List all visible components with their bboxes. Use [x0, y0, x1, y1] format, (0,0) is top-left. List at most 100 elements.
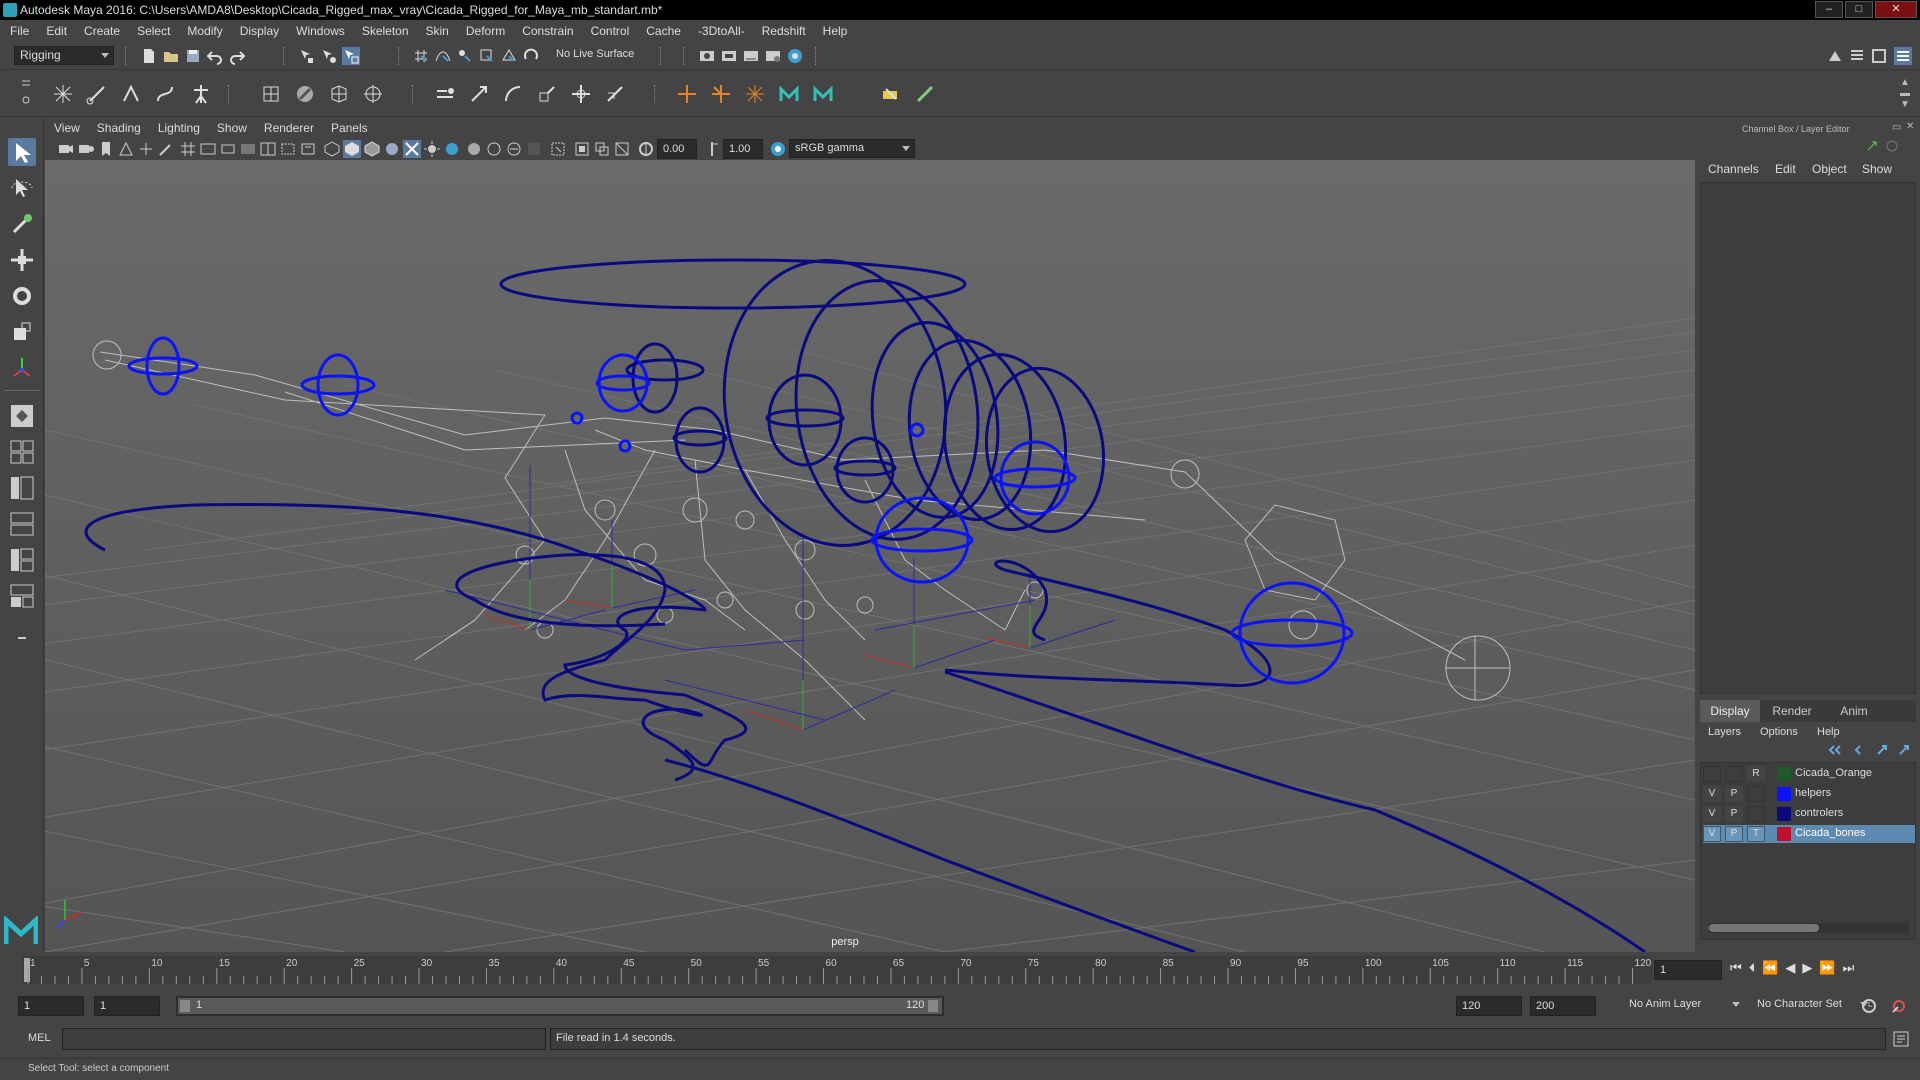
layer-type-toggle[interactable]: T — [1747, 826, 1765, 842]
go-to-start-icon[interactable]: ⏮ — [1730, 960, 1749, 975]
isolate-select-icon[interactable] — [549, 140, 567, 158]
exposure-field[interactable]: 0.00 — [657, 139, 697, 159]
panel-menu-panels[interactable]: Panels — [331, 121, 368, 135]
go-to-end-icon[interactable]: ⏭ — [1843, 960, 1862, 975]
range-handle-start[interactable] — [180, 1000, 190, 1012]
character-set-dropdown[interactable]: No Character Set — [1752, 996, 1872, 1015]
backface-culling-icon[interactable] — [613, 140, 631, 158]
menu-constrain[interactable]: Constrain — [522, 24, 573, 38]
help-menu[interactable]: Help — [1817, 726, 1840, 738]
gamma-field[interactable]: 1.00 — [723, 139, 763, 159]
render-current-frame-icon[interactable] — [720, 47, 738, 65]
resolution-gate-icon[interactable] — [219, 140, 237, 158]
render-settings-icon[interactable] — [764, 47, 782, 65]
step-forward-key-icon[interactable]: ⏩ — [1819, 960, 1842, 975]
anim-layer-dropdown[interactable]: No Anim Layer — [1624, 996, 1744, 1015]
menu-create[interactable]: Create — [84, 24, 120, 38]
playback-start-field[interactable]: 1 — [94, 996, 160, 1016]
time-ruler[interactable]: 1 5 10 15 20 25 30 35 40 45 50 55 60 65 70 75 80 85 90 95 10… — [22, 956, 1652, 984]
color-space-dropdown[interactable]: sRGB gamma — [789, 139, 915, 158]
depth-of-field-icon[interactable] — [525, 140, 543, 158]
close-panel-icon[interactable]: ✕ — [1906, 121, 1914, 132]
create-joints-icon[interactable] — [86, 83, 108, 105]
safe-title-icon[interactable] — [299, 140, 317, 158]
save-scene-icon[interactable] — [184, 47, 202, 65]
ik-spline-icon[interactable] — [154, 83, 176, 105]
camera-attributes-icon[interactable] — [77, 140, 95, 158]
hypershade-layout-icon[interactable] — [8, 546, 36, 574]
undo-icon[interactable] — [206, 47, 224, 65]
humanik-icon[interactable] — [190, 83, 212, 105]
menu-cache[interactable]: Cache — [646, 24, 681, 38]
channels-menu[interactable]: Channels — [1708, 162, 1759, 176]
menuset-dropdown[interactable]: Rigging — [14, 46, 114, 65]
menu-deform[interactable]: Deform — [466, 24, 505, 38]
two-d-pan-zoom-icon[interactable] — [137, 140, 155, 158]
select-object-icon[interactable] — [320, 47, 338, 65]
shelf-scroll-icon[interactable]: ▲ ▬ ▼ — [1898, 77, 1912, 113]
range-handle-end[interactable] — [928, 1000, 938, 1012]
shadows-icon[interactable] — [443, 140, 461, 158]
menu-redshift[interactable]: Redshift — [762, 24, 806, 38]
menu-control[interactable]: Control — [591, 24, 630, 38]
select-camera-icon[interactable] — [57, 140, 75, 158]
menu-skin[interactable]: Skin — [426, 24, 449, 38]
menu-file[interactable]: File — [10, 24, 29, 38]
show-menu[interactable]: Show — [1862, 162, 1892, 176]
persp-graph-layout-icon[interactable] — [8, 510, 36, 538]
cluster-icon[interactable] — [362, 83, 384, 105]
close-button[interactable]: ✕ — [1875, 1, 1917, 18]
menu-help[interactable]: Help — [823, 24, 848, 38]
play-backward-icon[interactable]: ◀ — [1785, 960, 1802, 975]
grid-toggle-icon[interactable] — [179, 140, 197, 158]
menu-select[interactable]: Select — [137, 24, 170, 38]
snap-live-icon[interactable] — [500, 47, 518, 65]
step-back-key-icon[interactable]: ⏪ — [1762, 960, 1785, 975]
script-editor-layout-icon[interactable] — [8, 582, 36, 610]
layer-row-controlers[interactable]: V P controlers — [1703, 805, 1915, 823]
script-tool-icon[interactable] — [880, 83, 902, 105]
exposure-icon[interactable] — [637, 140, 655, 158]
panel-menu-view[interactable]: View — [54, 121, 80, 135]
current-frame-field[interactable]: 1 — [1654, 960, 1722, 980]
layer-color-swatch[interactable] — [1777, 827, 1791, 841]
layer-visibility-toggle[interactable]: V — [1703, 806, 1721, 822]
mirror-joint-icon[interactable] — [710, 83, 732, 105]
layer-playback-toggle[interactable]: P — [1725, 826, 1743, 842]
smooth-shade-icon[interactable] — [343, 140, 361, 158]
channel-box-toggle-icon[interactable] — [1894, 47, 1912, 65]
layer-type-toggle[interactable]: R — [1747, 766, 1765, 782]
channel-list[interactable] — [1700, 182, 1916, 694]
panel-menu-lighting[interactable]: Lighting — [158, 121, 200, 135]
select-tool-icon[interactable] — [8, 138, 36, 166]
animation-start-field[interactable]: 1 — [18, 996, 84, 1016]
menu-windows[interactable]: Windows — [296, 24, 345, 38]
select-hierarchy-icon[interactable] — [298, 47, 316, 65]
film-gate-icon[interactable] — [199, 140, 217, 158]
perspective-viewport[interactable]: persp — [45, 160, 1695, 952]
single-perspective-view-icon[interactable] — [8, 402, 36, 430]
panel-menu-renderer[interactable]: Renderer — [264, 121, 314, 135]
panel-menu-shading[interactable]: Shading — [97, 121, 141, 135]
minimize-button[interactable]: – — [1815, 1, 1843, 18]
snap-grid-icon[interactable] — [412, 47, 430, 65]
range-slider[interactable]: 1 120 — [176, 996, 944, 1016]
tool-settings-toggle-icon[interactable] — [1870, 47, 1888, 65]
command-input[interactable] — [62, 1028, 546, 1050]
wireframe-icon[interactable] — [323, 140, 341, 158]
field-chart-icon[interactable] — [259, 140, 277, 158]
gate-mask-icon[interactable] — [239, 140, 257, 158]
layout-collapse-icon[interactable] — [12, 628, 32, 648]
auto-key-icon[interactable] — [1860, 997, 1878, 1015]
tab-anim[interactable]: Anim — [1824, 700, 1884, 722]
layers-menu[interactable]: Layers — [1708, 726, 1741, 738]
locator-icon[interactable] — [52, 83, 74, 105]
layer-playback-toggle[interactable] — [1725, 766, 1743, 782]
render-region-icon[interactable] — [698, 47, 716, 65]
menu-edit[interactable]: Edit — [46, 24, 67, 38]
safe-action-icon[interactable] — [279, 140, 297, 158]
humanik-controls-icon[interactable] — [812, 83, 834, 105]
humanik-character-icon[interactable] — [778, 83, 800, 105]
animation-end-field[interactable]: 200 — [1530, 996, 1596, 1016]
object-menu[interactable]: Object — [1812, 162, 1847, 176]
